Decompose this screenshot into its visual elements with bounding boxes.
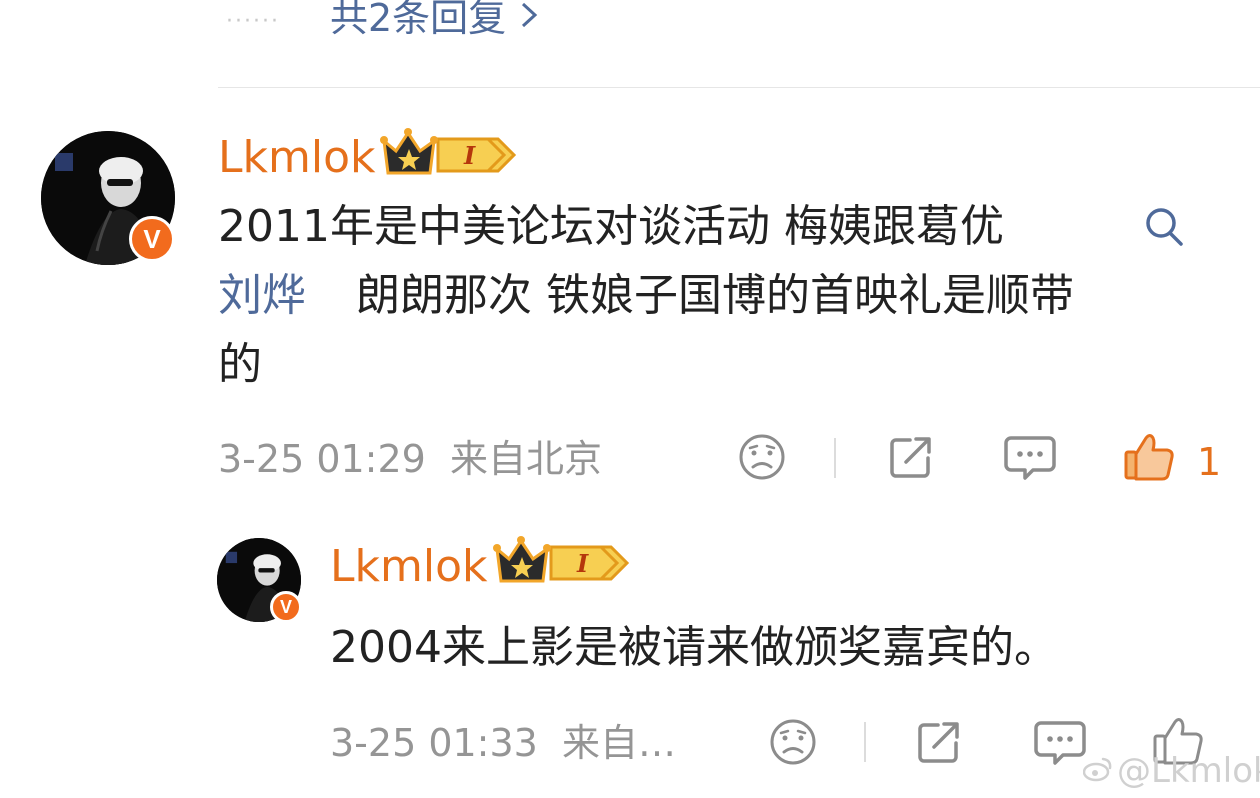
share-icon[interactable]: [914, 717, 964, 767]
share-icon[interactable]: [886, 432, 936, 482]
timestamp: 3-25 01:29: [218, 437, 426, 481]
watermark-text: @Lkmlok: [1117, 751, 1260, 791]
comment-icon[interactable]: [1033, 717, 1087, 767]
username[interactable]: Lkmlok: [218, 136, 375, 180]
divider: [834, 438, 836, 478]
divider: [218, 87, 1260, 88]
timestamp: 3-25 01:33: [330, 721, 538, 765]
thread-indent-dots: ······: [226, 9, 280, 34]
chevron-right-icon: [520, 0, 538, 36]
username[interactable]: Lkmlok: [330, 545, 487, 589]
weibo-logo-icon: [1082, 754, 1113, 788]
location: 来自…: [561, 721, 676, 765]
comment-text: 的: [218, 339, 262, 390]
comment-text: 朗朗那次 铁娘子国博的首映礼是顺带: [356, 270, 1074, 321]
comment-icon[interactable]: [1003, 432, 1057, 482]
vip-crown-icon[interactable]: I: [380, 127, 520, 179]
level-badge-text: I: [463, 141, 476, 170]
verified-badge: V: [129, 216, 175, 262]
search-icon[interactable]: [1143, 205, 1187, 253]
view-replies-link[interactable]: 共2条回复: [330, 0, 538, 40]
comment-meta: 3-25 01:29 来自北京: [218, 440, 602, 478]
vip-crown-icon[interactable]: I: [493, 535, 633, 587]
topic-link[interactable]: 刘烨: [218, 274, 306, 318]
sad-face-icon[interactable]: [737, 432, 787, 482]
comment-text: 2011年是中美论坛对谈活动 梅姨跟葛优: [218, 201, 1004, 252]
like-count: 1: [1197, 440, 1222, 484]
divider: [864, 722, 866, 762]
comment-meta: 3-25 01:33 来自…: [330, 724, 676, 762]
sad-face-icon[interactable]: [768, 717, 818, 767]
replies-count-label: 共2条回复: [330, 0, 507, 40]
comment-text: 2004来上影是被请来做颁奖嘉宾的。: [330, 622, 1058, 673]
level-badge-text: I: [576, 549, 589, 578]
location: 来自北京: [449, 437, 602, 481]
thumbs-up-icon[interactable]: [1122, 430, 1176, 484]
weibo-watermark: @Lkmlok: [1082, 751, 1260, 791]
verified-badge: V: [270, 591, 302, 623]
